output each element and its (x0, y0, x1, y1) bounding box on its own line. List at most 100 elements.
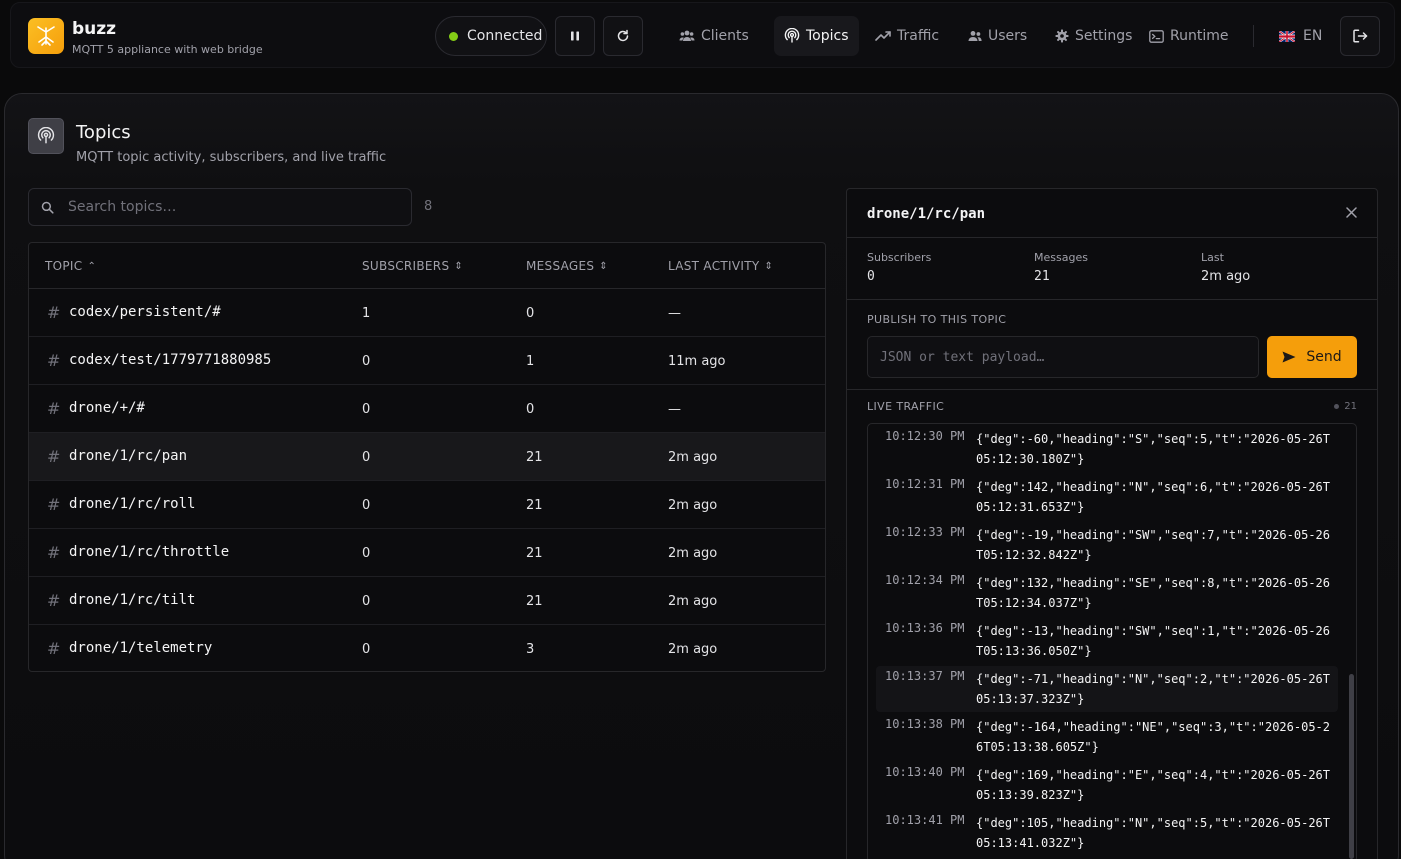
nav-traffic-label: Traffic (897, 28, 940, 44)
table-row[interactable]: # drone/1/rc/roll 0 21 2m ago (29, 481, 825, 529)
table-row[interactable]: # codex/test/1779771880985 0 1 11m ago (29, 337, 825, 385)
traffic-entry[interactable]: 10:13:36 PM {"deg":-13,"heading":"SW","se… (876, 618, 1338, 664)
topic-name: drone/1/rc/roll (69, 496, 196, 512)
connection-label: Connected (467, 28, 543, 44)
nav-runtime-label: Runtime (1170, 28, 1229, 44)
traffic-entry[interactable]: 10:12:34 PM {"deg":132,"heading":"SE","se… (876, 570, 1338, 616)
table-row[interactable]: # codex/persistent/# 1 0 — (29, 289, 825, 337)
message-time: 10:13:38 PM (885, 717, 965, 731)
subscriber-count: 0 (362, 594, 371, 609)
col-topic-header[interactable]: TOPIC ⌃ (45, 259, 96, 273)
message-payload: {"deg":-71,"heading":"N","seq":2,"t":"20… (976, 672, 1331, 706)
table-row[interactable]: # drone/1/rc/tilt 0 21 2m ago (29, 577, 825, 625)
live-traffic-log[interactable]: 10:12:30 PM {"deg":-60,"heading":"S","seq… (867, 423, 1357, 859)
traffic-entry[interactable]: 10:13:37 PM {"deg":-71,"heading":"N","seq… (876, 666, 1338, 712)
last-activity: 11m ago (668, 354, 726, 369)
topic-name: drone/1/rc/throttle (69, 544, 230, 560)
nav-traffic[interactable]: Traffic (865, 16, 949, 56)
hash-icon: # (47, 303, 61, 322)
logout-button[interactable] (1340, 16, 1380, 56)
send-button[interactable]: Send (1267, 336, 1357, 378)
traffic-entry[interactable]: 10:12:33 PM {"deg":-19,"heading":"SW","se… (876, 522, 1338, 568)
table-row[interactable]: # drone/1/rc/throttle 0 21 2m ago (29, 529, 825, 577)
message-time: 10:13:37 PM (885, 669, 965, 683)
last-activity: 2m ago (668, 546, 718, 561)
live-traffic-count: 21 (1334, 401, 1357, 412)
language-selector[interactable]: EN (1279, 16, 1322, 56)
table-row[interactable]: # drone/1/rc/pan 0 21 2m ago (29, 433, 825, 481)
nav-users[interactable]: Users (958, 16, 1037, 56)
message-time: 10:12:30 PM (885, 429, 965, 443)
traffic-entry[interactable]: 10:13:38 PM {"deg":-164,"heading":"NE","s… (876, 714, 1338, 760)
message-time: 10:12:34 PM (885, 573, 965, 587)
nav-runtime[interactable]: Runtime (1139, 16, 1238, 56)
topic-name: codex/test/1779771880985 (69, 352, 272, 368)
page-title: Topics (76, 122, 131, 143)
sort-icon: ⇕ (764, 260, 774, 272)
logout-icon (1352, 29, 1367, 43)
last-activity: 2m ago (668, 642, 718, 657)
message-payload: {"deg":-13,"heading":"SW","seq":1,"t":"2… (976, 624, 1331, 658)
table-row[interactable]: # drone/1/telemetry 0 3 2m ago (29, 625, 825, 671)
hash-icon: # (47, 591, 61, 610)
topic-name: drone/1/rc/tilt (69, 592, 196, 608)
nav-users-label: Users (988, 28, 1028, 44)
nav-clients[interactable]: Clients (669, 16, 759, 56)
app-name: buzz (72, 19, 117, 39)
hash-icon: # (47, 495, 61, 514)
message-count: 0 (526, 402, 535, 417)
nav-settings[interactable]: Settings (1045, 16, 1142, 56)
col-subscribers-header[interactable]: SUBSCRIBERS ⇕ (362, 259, 463, 273)
connection-status[interactable]: Connected (435, 16, 547, 56)
traffic-entry[interactable]: 10:12:30 PM {"deg":-60,"heading":"S","seq… (876, 426, 1338, 472)
hash-icon: # (47, 543, 61, 562)
message-payload: {"deg":-164,"heading":"NE","seq":3,"t":"… (976, 720, 1331, 754)
topic-search[interactable] (28, 188, 412, 226)
subscriber-count: 0 (362, 546, 371, 561)
traffic-entry[interactable]: 10:13:40 PM {"deg":169,"heading":"E","seq… (876, 762, 1338, 808)
sort-icon: ⇕ (454, 260, 464, 272)
table-body: # codex/persistent/# 1 0 — # codex/test/177977… (29, 289, 825, 671)
message-payload: {"deg":142,"heading":"N","seq":6,"t":"20… (976, 480, 1331, 514)
refresh-button[interactable] (603, 16, 643, 56)
payload-input[interactable] (867, 336, 1259, 378)
pause-button[interactable] (555, 16, 595, 56)
search-input[interactable] (68, 199, 388, 215)
status-dot-icon (449, 31, 458, 41)
topic-detail-panel: drone/1/rc/pan Subscribers 0 Messages 21… (846, 188, 1378, 859)
traffic-entry[interactable]: 10:12:31 PM {"deg":142,"heading":"N","seq… (876, 474, 1338, 520)
message-count: 3 (526, 642, 535, 657)
topics-table: TOPIC ⌃ SUBSCRIBERS ⇕ MESSAGES ⇕ LAST ACTIV… (28, 242, 826, 672)
message-time: 10:13:41 PM (885, 813, 965, 827)
nav-topics[interactable]: Topics (774, 16, 859, 56)
traffic-entry[interactable]: 10:13:41 PM {"deg":105,"heading":"N","seq… (876, 810, 1338, 856)
live-traffic-label: LIVE TRAFFIC (867, 400, 945, 413)
refresh-icon (617, 29, 629, 42)
message-payload: {"deg":-60,"heading":"S","seq":5,"t":"20… (976, 432, 1331, 466)
scrollbar-thumb[interactable] (1349, 674, 1354, 859)
last-activity: — (668, 402, 681, 417)
stat-last-value: 2m ago (1201, 269, 1251, 284)
col-last-activity-header[interactable]: LAST ACTIVITY ⇕ (668, 259, 773, 273)
close-button[interactable] (1346, 207, 1357, 218)
topics-page-icon (28, 118, 64, 154)
col-messages-header[interactable]: MESSAGES ⇕ (526, 259, 608, 273)
message-count: 21 (526, 450, 543, 465)
page-subtitle: MQTT topic activity, subscribers, and li… (76, 150, 387, 165)
detail-topic-title: drone/1/rc/pan (867, 206, 986, 222)
table-row[interactable]: # drone/+/# 0 0 — (29, 385, 825, 433)
divider (847, 389, 1377, 390)
message-time: 10:12:33 PM (885, 525, 965, 539)
message-count: 21 (526, 498, 543, 513)
message-time: 10:13:40 PM (885, 765, 965, 779)
topic-name: drone/1/telemetry (69, 640, 213, 656)
send-icon (1282, 351, 1296, 363)
publish-section-label: PUBLISH TO THIS TOPIC (867, 313, 1007, 326)
pause-icon (571, 31, 579, 41)
hash-icon: # (47, 399, 61, 418)
topic-name: drone/1/rc/pan (69, 448, 188, 464)
trending-icon (875, 31, 891, 41)
subscriber-count: 0 (362, 402, 371, 417)
nav-divider (1253, 25, 1254, 47)
subscriber-count: 0 (362, 498, 371, 513)
